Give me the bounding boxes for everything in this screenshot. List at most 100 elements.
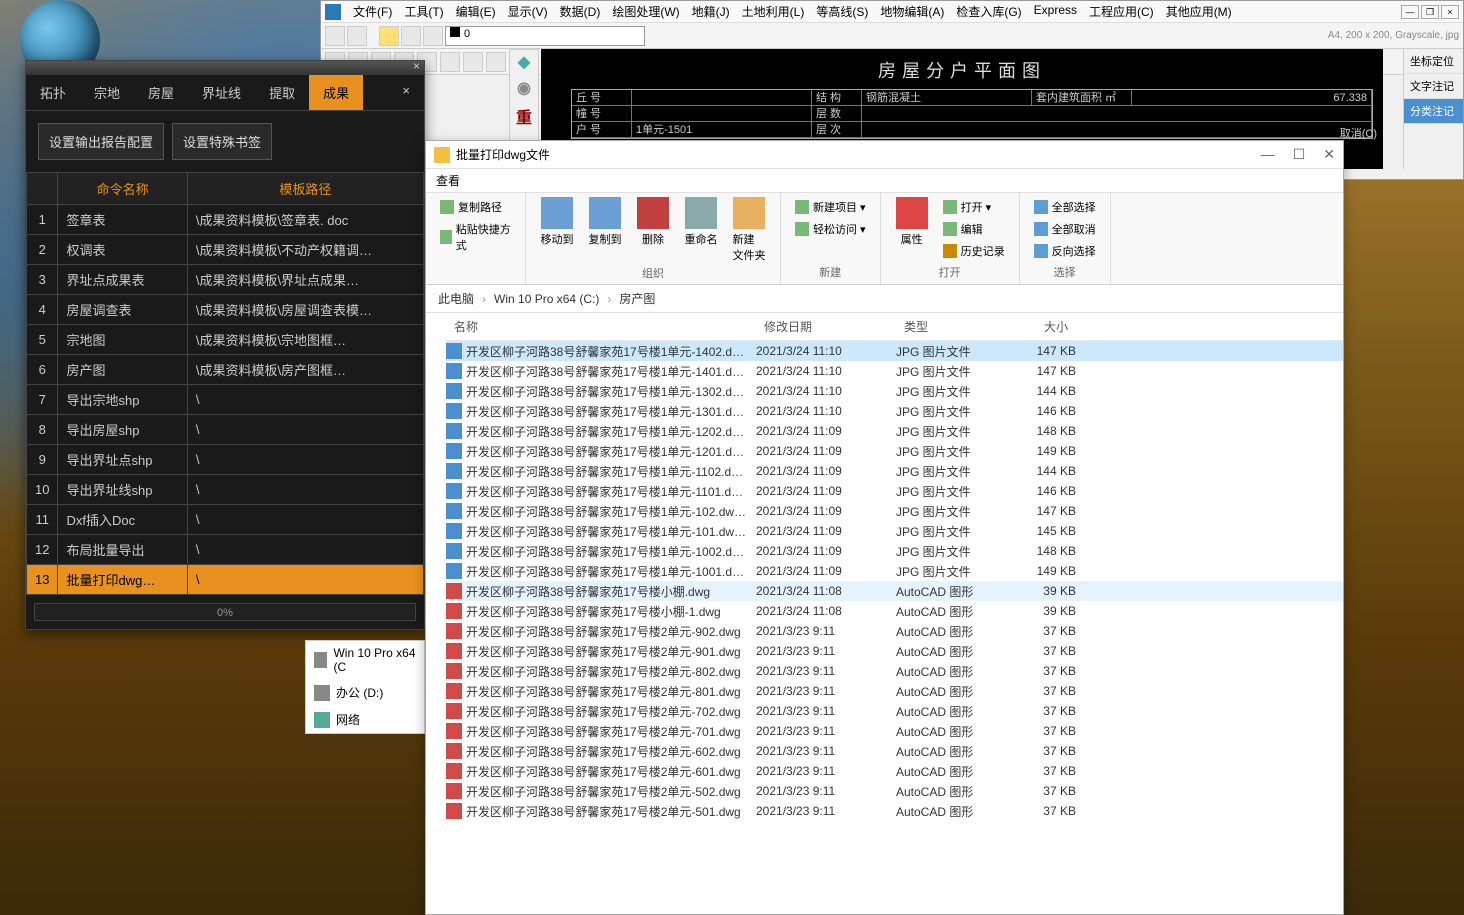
panel-tab[interactable]: 宗地	[80, 75, 134, 110]
panel-titlebar[interactable]	[26, 61, 424, 75]
select-all-button[interactable]: 全部选择	[1030, 197, 1100, 217]
maximize-button[interactable]: ☐	[1293, 146, 1306, 163]
bc-drive[interactable]: Win 10 Pro x64 (C:)	[490, 292, 603, 306]
diamond-icon[interactable]: ◆	[512, 52, 536, 76]
file-row[interactable]: 开发区柳子河路38号舒馨家苑17号楼2单元-802.dwg2021/3/23 9…	[446, 661, 1343, 681]
select-none-button[interactable]: 全部取消	[1030, 219, 1100, 239]
file-row[interactable]: 开发区柳子河路38号舒馨家苑17号楼1单元-1401.d…2021/3/24 1…	[446, 361, 1343, 381]
file-row[interactable]: 开发区柳子河路38号舒馨家苑17号楼1单元-1402.d…2021/3/24 1…	[446, 341, 1343, 361]
invert-select-button[interactable]: 反向选择	[1030, 241, 1100, 261]
paste-shortcut-button[interactable]: 粘贴快捷方式	[436, 219, 515, 255]
file-row[interactable]: 开发区柳子河路38号舒馨家苑17号楼2单元-702.dwg2021/3/23 9…	[446, 701, 1343, 721]
explorer-titlebar[interactable]: 批量打印dwg文件 — ☐ ✕	[426, 141, 1343, 169]
menu-item[interactable]: 数据(D)	[554, 3, 607, 20]
menu-item[interactable]: 地物编辑(A)	[874, 3, 950, 20]
file-row[interactable]: 开发区柳子河路38号舒馨家苑17号楼1单元-101.dw…2021/3/24 1…	[446, 521, 1343, 541]
text-note-button[interactable]: 文字注记	[1404, 74, 1463, 99]
table-row[interactable]: 3界址点成果表\成果资料模板\界址点成果…	[27, 265, 424, 295]
open-button[interactable]: 打开 ▾	[939, 197, 1009, 217]
file-row[interactable]: 开发区柳子河路38号舒馨家苑17号楼1单元-1302.d…2021/3/24 1…	[446, 381, 1343, 401]
table-row[interactable]: 2权调表\成果资料模板\不动产权籍调…	[27, 235, 424, 265]
file-row[interactable]: 开发区柳子河路38号舒馨家苑17号楼1单元-1201.d…2021/3/24 1…	[446, 441, 1343, 461]
table-row[interactable]: 10导出界址线shp\	[27, 475, 424, 505]
col-command[interactable]: 命令名称	[58, 173, 187, 205]
table-row[interactable]: 6房产图\成果资料模板\房产图框…	[27, 355, 424, 385]
file-row[interactable]: 开发区柳子河路38号舒馨家苑17号楼小棚-1.dwg2021/3/24 11:0…	[446, 601, 1343, 621]
file-row[interactable]: 开发区柳子河路38号舒馨家苑17号楼1单元-1002.d…2021/3/24 1…	[446, 541, 1343, 561]
properties-button[interactable]: 属性	[891, 197, 933, 247]
network[interactable]: 网络	[306, 706, 424, 733]
menu-item[interactable]: Express	[1028, 3, 1083, 20]
table-row[interactable]: 13批量打印dwg…\	[27, 565, 424, 595]
table-row[interactable]: 12布局批量导出\	[27, 535, 424, 565]
menu-item[interactable]: 显示(V)	[502, 3, 554, 20]
close-button[interactable]: ×	[1441, 5, 1459, 19]
new-item-button[interactable]: 新建项目 ▾	[791, 197, 870, 217]
toolbar-icon[interactable]	[325, 26, 345, 46]
copy-to-button[interactable]: 复制到	[584, 197, 626, 247]
file-row[interactable]: 开发区柳子河路38号舒馨家苑17号楼2单元-902.dwg2021/3/23 9…	[446, 621, 1343, 641]
delete-button[interactable]: 删除	[632, 197, 674, 247]
col-template[interactable]: 模板路径	[187, 173, 423, 205]
minimize-button[interactable]: —	[1401, 5, 1419, 19]
file-row[interactable]: 开发区柳子河路38号舒馨家苑17号楼1单元-1001.d…2021/3/24 1…	[446, 561, 1343, 581]
file-row[interactable]: 开发区柳子河路38号舒馨家苑17号楼2单元-701.dwg2021/3/23 9…	[446, 721, 1343, 741]
coord-button[interactable]: 坐标定位	[1404, 49, 1463, 74]
table-row[interactable]: 9导出界址点shp\	[27, 445, 424, 475]
layer-combo[interactable]: 0	[445, 26, 645, 46]
copy-path-button[interactable]: 复制路径	[436, 197, 506, 217]
file-row[interactable]: 开发区柳子河路38号舒馨家苑17号楼1单元-1101.d…2021/3/24 1…	[446, 481, 1343, 501]
output-config-button[interactable]: 设置输出报告配置	[38, 123, 164, 160]
tab-view[interactable]: 查看	[436, 172, 460, 189]
drive-d[interactable]: 办公 (D:)	[306, 679, 424, 706]
panel-tab[interactable]: 界址线	[188, 75, 255, 110]
close-button[interactable]: ✕	[1323, 146, 1335, 163]
table-row[interactable]: 11Dxf插入Doc\	[27, 505, 424, 535]
table-row[interactable]: 7导出宗地shp\	[27, 385, 424, 415]
file-row[interactable]: 开发区柳子河路38号舒馨家苑17号楼2单元-502.dwg2021/3/23 9…	[446, 781, 1343, 801]
menu-item[interactable]: 地籍(J)	[686, 3, 736, 20]
drive-c[interactable]: Win 10 Pro x64 (C	[306, 641, 424, 679]
menu-item[interactable]: 工程应用(C)	[1083, 3, 1160, 20]
file-row[interactable]: 开发区柳子河路38号舒馨家苑17号楼2单元-901.dwg2021/3/23 9…	[446, 641, 1343, 661]
edit-button[interactable]: 编辑	[939, 219, 1009, 239]
toolbar-icon[interactable]	[463, 52, 483, 72]
panel-tab[interactable]: 拓扑	[26, 75, 80, 110]
move-to-button[interactable]: 移动到	[536, 197, 578, 247]
panel-tab[interactable]: 提取	[255, 75, 309, 110]
file-row[interactable]: 开发区柳子河路38号舒馨家苑17号楼2单元-501.dwg2021/3/23 9…	[446, 801, 1343, 821]
col-date[interactable]: 修改日期	[756, 318, 896, 335]
menu-item[interactable]: 其他应用(M)	[1160, 3, 1238, 20]
breadcrumb[interactable]: 此电脑› Win 10 Pro x64 (C:)› 房产图	[426, 285, 1343, 313]
toolbar-icon[interactable]	[423, 26, 443, 46]
minimize-button[interactable]: —	[1261, 146, 1275, 163]
menu-item[interactable]: 文件(F)	[347, 3, 398, 20]
menu-item[interactable]: 土地利用(L)	[736, 3, 811, 20]
easy-access-button[interactable]: 轻松访问 ▾	[791, 219, 870, 239]
panel-tab[interactable]: 成果	[309, 75, 363, 110]
col-type[interactable]: 类型	[896, 318, 1006, 335]
table-row[interactable]: 5宗地图\成果资料模板\宗地图框…	[27, 325, 424, 355]
file-row[interactable]: 开发区柳子河路38号舒馨家苑17号楼1单元-102.dw…2021/3/24 1…	[446, 501, 1343, 521]
file-row[interactable]: 开发区柳子河路38号舒馨家苑17号楼2单元-601.dwg2021/3/23 9…	[446, 761, 1343, 781]
col-size[interactable]: 大小	[1006, 318, 1076, 335]
menu-item[interactable]: 等高线(S)	[810, 3, 874, 20]
toolbar-icon[interactable]	[401, 26, 421, 46]
toolbar-icon[interactable]	[347, 26, 367, 46]
toolbar-icon[interactable]	[440, 52, 460, 72]
file-row[interactable]: 开发区柳子河路38号舒馨家苑17号楼小棚.dwg2021/3/24 11:08A…	[446, 581, 1343, 601]
close-icon[interactable]: ×	[388, 75, 424, 110]
bc-this-pc[interactable]: 此电脑	[434, 290, 478, 307]
file-row[interactable]: 开发区柳子河路38号舒馨家苑17号楼1单元-1301.d…2021/3/24 1…	[446, 401, 1343, 421]
toolbar-icon[interactable]	[486, 52, 506, 72]
menu-item[interactable]: 编辑(E)	[450, 3, 502, 20]
classify-note-button[interactable]: 分类注记	[1404, 99, 1463, 124]
menu-item[interactable]: 工具(T)	[398, 3, 449, 20]
file-row[interactable]: 开发区柳子河路38号舒馨家苑17号楼2单元-801.dwg2021/3/23 9…	[446, 681, 1343, 701]
table-row[interactable]: 1签章表\成果资料模板\签章表. doc	[27, 205, 424, 235]
new-folder-button[interactable]: 新建 文件夹	[728, 197, 770, 263]
table-row[interactable]: 4房屋调查表\成果资料模板\房屋调查表模…	[27, 295, 424, 325]
col-name[interactable]: 名称	[446, 318, 756, 335]
file-row[interactable]: 开发区柳子河路38号舒馨家苑17号楼1单元-1102.d…2021/3/24 1…	[446, 461, 1343, 481]
bookmark-button[interactable]: 设置特殊书签	[172, 123, 272, 160]
